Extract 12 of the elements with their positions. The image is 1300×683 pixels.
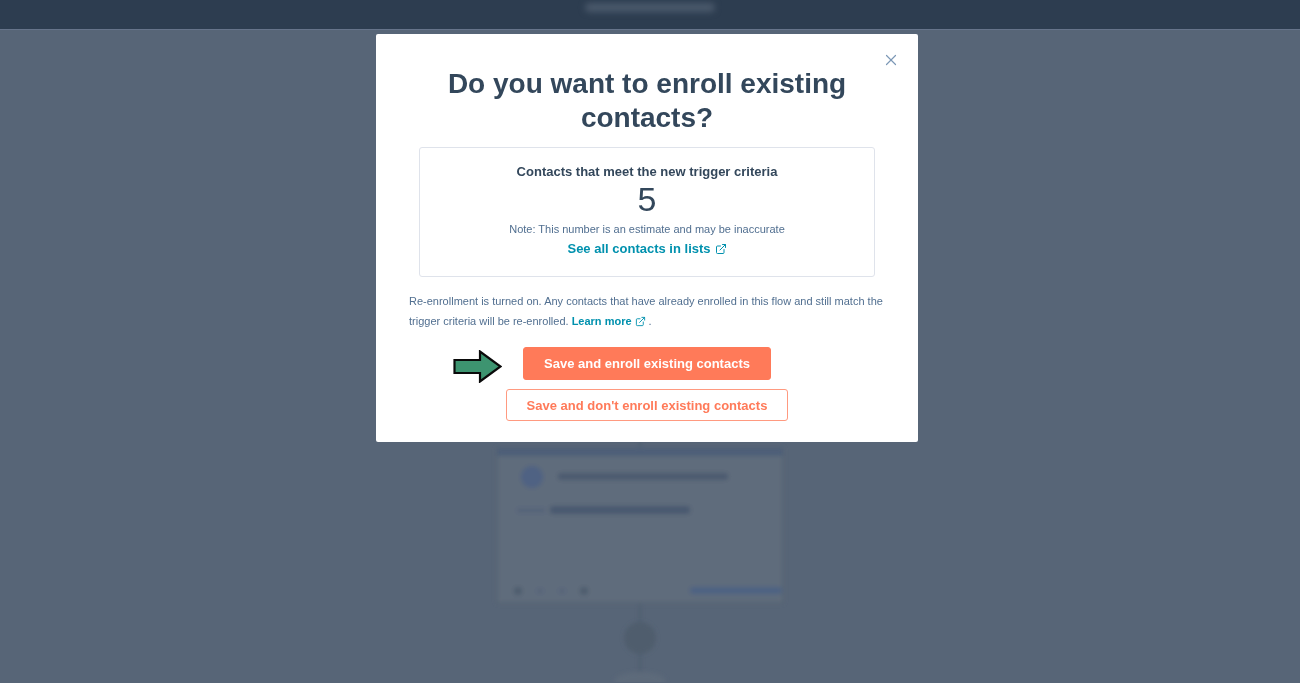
dont-enroll-button[interactable]: Save and don't enroll existing contacts <box>505 389 789 421</box>
estimate-note: Note: This number is an estimate and may be inaccurate <box>509 222 785 237</box>
external-link-icon <box>714 243 727 255</box>
right-arrow-icon <box>453 350 503 383</box>
contact-count: 5 <box>637 181 657 217</box>
enroll-button[interactable]: Save and enroll existing contacts <box>523 347 771 380</box>
external-link-icon <box>634 315 646 327</box>
dialog-title: Do you want to enroll existing contacts? <box>446 67 848 135</box>
estimate-heading: Contacts that meet the new trigger criteria <box>516 163 778 181</box>
see-contacts-link[interactable]: See all contacts in lists <box>567 240 727 258</box>
learn-more-link[interactable]: Learn more <box>571 311 646 331</box>
reenrollment-note: Re-enrollment is turned on. Any contacts that have already enrolled in this flow and still match the trigger criteria will be re-enrolled. Learn more . <box>409 291 885 331</box>
